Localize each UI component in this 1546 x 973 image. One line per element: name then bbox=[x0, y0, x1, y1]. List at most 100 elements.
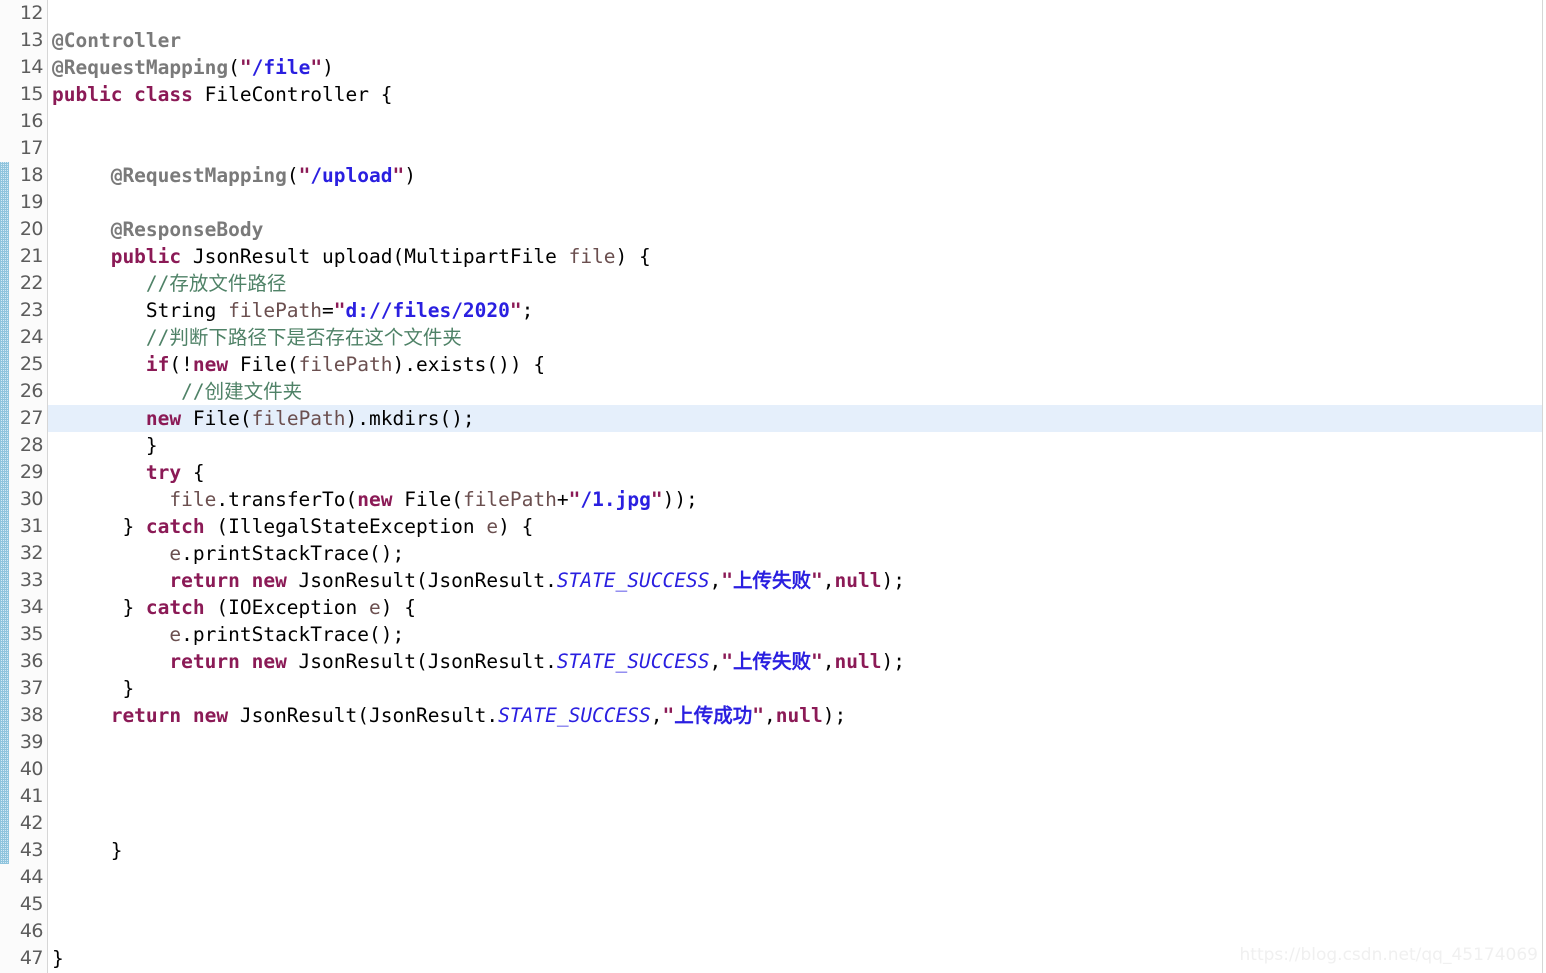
line-number: 29 bbox=[19, 461, 44, 483]
token-plain: (! bbox=[169, 353, 193, 376]
token-var: filePath bbox=[462, 488, 557, 511]
token-plain: JsonResult(JsonResult. bbox=[286, 569, 557, 592]
code-line[interactable]: return new JsonResult(JsonResult.STATE_S… bbox=[48, 648, 1542, 675]
code-line[interactable]: e.printStackTrace(); bbox=[48, 540, 1542, 567]
token-plain: ); bbox=[822, 704, 847, 727]
token-plain: ) bbox=[404, 164, 416, 187]
token-var: filePath bbox=[228, 299, 323, 322]
line-number: 27 bbox=[19, 407, 44, 429]
token-plain: , bbox=[709, 569, 722, 592]
code-line[interactable]: } catch (IllegalStateException e) { bbox=[48, 513, 1542, 540]
token-plain: JsonResult(JsonResult. bbox=[286, 650, 557, 673]
token-plain: (IOException bbox=[204, 596, 369, 619]
code-line[interactable]: return new JsonResult(JsonResult.STATE_S… bbox=[48, 567, 1542, 594]
token-quo: " bbox=[333, 299, 346, 322]
line-number: 22 bbox=[19, 272, 44, 294]
token-kw: null bbox=[834, 569, 882, 592]
code-line[interactable]: } bbox=[48, 837, 1542, 864]
token-quo: " bbox=[310, 56, 323, 79]
line-number: 13 bbox=[19, 29, 44, 51]
code-line[interactable]: @RequestMapping("/file") bbox=[48, 54, 1542, 81]
code-line[interactable]: @ResponseBody bbox=[48, 216, 1542, 243]
token-kw: return new bbox=[110, 704, 229, 727]
line-number: 30 bbox=[19, 488, 44, 510]
token-plain: FileController { bbox=[192, 83, 393, 106]
token-ann: @ResponseBody bbox=[110, 218, 264, 241]
code-line[interactable] bbox=[48, 783, 1542, 810]
token-plain: } bbox=[52, 434, 158, 457]
code-line[interactable]: return new JsonResult(JsonResult.STATE_S… bbox=[48, 702, 1542, 729]
token-kw: return new bbox=[169, 650, 287, 673]
code-line[interactable] bbox=[48, 756, 1542, 783]
token-kw: public class bbox=[52, 83, 193, 106]
code-line-current[interactable]: new File(filePath).mkdirs(); bbox=[48, 405, 1542, 432]
token-str: /file bbox=[251, 56, 311, 79]
code-line[interactable]: //创建文件夹 bbox=[48, 378, 1542, 405]
code-line[interactable] bbox=[48, 891, 1542, 918]
line-number: 38 bbox=[19, 704, 44, 726]
code-line[interactable]: file.transferTo(new File(filePath+"/1.jp… bbox=[48, 486, 1542, 513]
token-var: filePath bbox=[298, 353, 393, 376]
line-number: 36 bbox=[19, 650, 44, 672]
code-line[interactable]: public class FileController { bbox=[48, 81, 1542, 108]
token-plain: + bbox=[556, 488, 569, 511]
code-line[interactable]: if(!new File(filePath).exists()) { bbox=[48, 351, 1542, 378]
code-line[interactable] bbox=[48, 810, 1542, 837]
code-line[interactable]: } bbox=[48, 432, 1542, 459]
code-line[interactable] bbox=[48, 135, 1542, 162]
token-quo: " bbox=[721, 569, 733, 592]
token-plain: , bbox=[709, 650, 722, 673]
code-line[interactable]: //存放文件路径 bbox=[48, 270, 1542, 297]
code-line[interactable]: @Controller bbox=[48, 27, 1542, 54]
code-line[interactable]: try { bbox=[48, 459, 1542, 486]
code-line[interactable]: } bbox=[48, 675, 1542, 702]
line-number: 16 bbox=[19, 110, 44, 132]
code-line[interactable]: e.printStackTrace(); bbox=[48, 621, 1542, 648]
code-line[interactable] bbox=[48, 729, 1542, 756]
code-line[interactable] bbox=[48, 189, 1542, 216]
token-kw: if bbox=[145, 353, 170, 376]
token-quo: " bbox=[752, 704, 765, 727]
line-number: 28 bbox=[19, 434, 44, 456]
token-kw: catch bbox=[145, 596, 205, 619]
line-number-gutter[interactable]: 12 13 14 15 16 17 18 19 20 21 22 23 24 25 26 27 28 29 30 31… bbox=[9, 0, 48, 973]
code-line[interactable] bbox=[48, 0, 1542, 27]
code-line[interactable]: public JsonResult upload(MultipartFile f… bbox=[48, 243, 1542, 270]
token-quo: " bbox=[650, 488, 663, 511]
token-var: file bbox=[169, 488, 217, 511]
code-line[interactable] bbox=[48, 108, 1542, 135]
code-line[interactable]: @RequestMapping("/upload") bbox=[48, 162, 1542, 189]
token-plain: JsonResult upload(MultipartFile bbox=[181, 245, 569, 268]
line-number: 44 bbox=[19, 866, 44, 888]
token-plain: ( bbox=[286, 164, 299, 187]
token-var: file bbox=[568, 245, 616, 268]
code-line[interactable]: //判断下路径下是否存在这个文件夹 bbox=[48, 324, 1542, 351]
token-plain: .transferTo( bbox=[216, 488, 358, 511]
line-number: 19 bbox=[19, 191, 44, 213]
token-plain: ; bbox=[521, 299, 534, 322]
code-line[interactable]: } bbox=[48, 945, 1542, 972]
code-line[interactable] bbox=[48, 864, 1542, 891]
line-number: 41 bbox=[19, 785, 44, 807]
token-plain: (IllegalStateException bbox=[204, 515, 487, 538]
code-line[interactable]: } catch (IOException e) { bbox=[48, 594, 1542, 621]
line-number: 20 bbox=[19, 218, 44, 240]
line-number: 12 bbox=[19, 2, 44, 24]
token-plain: } bbox=[52, 677, 135, 700]
token-quo: " bbox=[239, 56, 252, 79]
code-content-area[interactable]: @Controller @RequestMapping("/file") publi… bbox=[48, 0, 1542, 973]
change-stripe bbox=[0, 162, 9, 864]
token-plain: ).exists()) { bbox=[392, 353, 546, 376]
code-editor[interactable]: 12 13 14 15 16 17 18 19 20 21 22 23 24 25 26 27 28 29 30 31… bbox=[0, 0, 1546, 973]
line-number: 35 bbox=[19, 623, 44, 645]
token-plain: } bbox=[52, 839, 123, 862]
token-var: e bbox=[486, 515, 499, 538]
code-line[interactable]: String filePath="d://files/2020"; bbox=[48, 297, 1542, 324]
annotation-change-bar[interactable] bbox=[0, 0, 9, 973]
code-line[interactable] bbox=[48, 918, 1542, 945]
